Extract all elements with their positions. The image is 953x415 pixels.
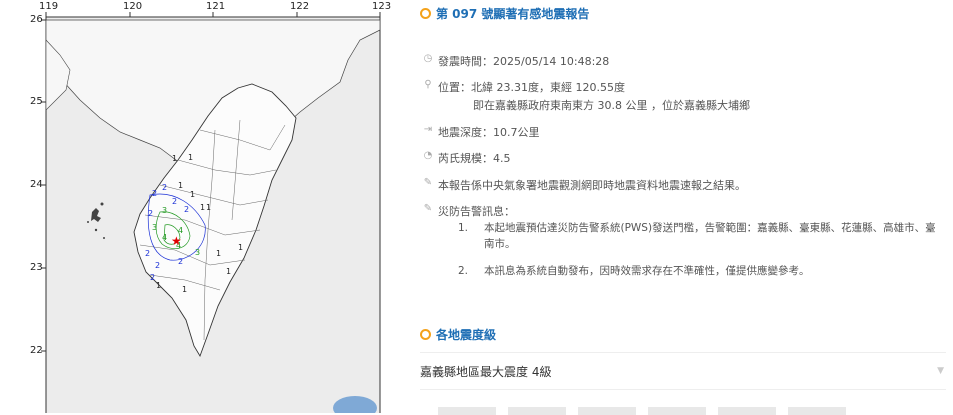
station-mark: 1 xyxy=(178,181,183,190)
station-mark: 2 xyxy=(162,183,167,192)
station-mark: 2 xyxy=(150,273,155,282)
lat-label: 26 xyxy=(30,14,43,25)
lat-label: 23 xyxy=(30,262,43,273)
location-coords: 位置：北緯 23.31度，東經 120.55度 xyxy=(438,81,625,94)
station-mark: 1 xyxy=(188,153,193,162)
lat-label: 24 xyxy=(30,179,43,190)
station-mark: 2 xyxy=(178,257,183,266)
gauge-icon: ◔ xyxy=(423,150,433,161)
station-mark: 3 xyxy=(195,248,200,257)
alert-item: 2. 本訊息為系統自動發布，因時效需求存在不準確性，僅提供應變參考。 xyxy=(458,263,946,279)
region-intensity-row[interactable]: 嘉義縣地區最大震度 4級 ▼ xyxy=(420,352,946,390)
station-mark: 1 xyxy=(182,285,187,294)
origin-time: 發震時間：2025/05/14 10:48:28 xyxy=(438,55,610,68)
alert-label: 災防告警訊息： xyxy=(438,205,515,218)
source-note: 本報告係中央氣象署地震觀測網即時地震資料地震速報之結果。 xyxy=(438,179,746,192)
station-mark: 2 xyxy=(172,197,177,206)
region-tab[interactable] xyxy=(438,407,496,415)
lon-label: 121 xyxy=(206,1,226,12)
station-mark: 2 xyxy=(152,189,157,198)
lon-label: 123 xyxy=(372,1,392,12)
alert-item: 1. 本起地震預估達災防告警系統(PWS)發送門檻，告警範圍：嘉義縣、臺東縣、花… xyxy=(458,220,946,252)
region-tab[interactable] xyxy=(788,407,846,415)
station-mark: 1 xyxy=(216,249,221,258)
alert-number: 2. xyxy=(458,265,469,277)
station-mark: 3 xyxy=(152,223,157,232)
magnitude: 芮氏規模：4.5 xyxy=(438,152,511,165)
lat-label: 22 xyxy=(30,345,43,356)
alert-text: 本訊息為系統自動發布，因時效需求存在不準確性，僅提供應變參考。 xyxy=(484,265,810,277)
lon-label: 120 xyxy=(123,1,143,12)
station-mark: 1 xyxy=(206,203,211,212)
depth-arrow-icon: ⇥ xyxy=(423,124,433,135)
report-panel: 第 097 號顯著有感地震報告 ◷ 發震時間：2025/05/14 10:48:… xyxy=(420,0,953,415)
location-detail: 即在嘉義縣政府東南東方 30.8 公里 ，位於嘉義縣大埔鄉 xyxy=(473,99,750,112)
alert-text: 本起地震預估達災防告警系統(PWS)發送門檻，告警範圍：嘉義縣、臺東縣、花蓮縣、… xyxy=(484,222,936,250)
map-graphic: 1 1 1 1 1 2 2 2 2 2 3 3 3 4 4 4 2 2 2 2 … xyxy=(41,12,381,413)
intensity-section-title: 各地震度級 xyxy=(420,326,496,343)
station-mark: 1 xyxy=(156,281,161,290)
station-mark: 1 xyxy=(238,243,243,252)
pencil-icon: ✎ xyxy=(423,177,433,188)
region-tabs xyxy=(438,407,846,415)
location-pin-icon: ⚲ xyxy=(424,79,432,90)
station-mark: 2 xyxy=(155,261,160,270)
clock-icon: ◷ xyxy=(423,53,433,64)
station-mark: 4 xyxy=(162,233,167,242)
station-mark: 1 xyxy=(190,190,195,199)
region-tab[interactable] xyxy=(508,407,566,415)
station-mark: 1 xyxy=(172,154,177,163)
chevron-down-icon[interactable]: ▼ xyxy=(937,366,944,376)
seismic-intensity-map: 1 1 1 1 1 2 2 2 2 2 3 3 3 4 4 4 2 2 2 2 … xyxy=(0,0,400,413)
pencil-icon: ✎ xyxy=(423,203,433,214)
magnitude-row: ◔ 芮氏規模：4.5 xyxy=(420,150,511,166)
circle-marker-icon xyxy=(420,8,431,19)
station-mark: 1 xyxy=(200,203,205,212)
station-mark: 2 xyxy=(148,209,153,218)
depth: 地震深度：10.7公里 xyxy=(438,126,540,139)
origin-time-row: ◷ 發震時間：2025/05/14 10:48:28 xyxy=(420,53,610,69)
source-row: ✎ 本報告係中央氣象署地震觀測網即時地震資料地震速報之結果。 xyxy=(420,177,746,193)
region-intensity-text: 嘉義縣地區最大震度 4級 xyxy=(420,364,552,379)
circle-marker-icon xyxy=(420,329,431,340)
alert-row: ✎ 災防告警訊息： xyxy=(420,203,515,219)
location-row: ⚲ 位置：北緯 23.31度，東經 120.55度 xyxy=(420,79,625,95)
lon-label: 122 xyxy=(290,1,310,12)
intensity-section-text: 各地震度級 xyxy=(436,328,497,342)
lat-label: 25 xyxy=(30,96,43,107)
report-title-text: 第 097 號顯著有感地震報告 xyxy=(436,7,590,21)
station-mark: 2 xyxy=(145,249,150,258)
depth-row: ⇥ 地震深度：10.7公里 xyxy=(420,124,540,140)
station-mark: 3 xyxy=(162,206,167,215)
lon-label: 119 xyxy=(39,1,59,12)
station-mark: 2 xyxy=(184,205,189,214)
report-title: 第 097 號顯著有感地震報告 xyxy=(420,5,589,22)
region-tab[interactable] xyxy=(578,407,636,415)
region-tab[interactable] xyxy=(648,407,706,415)
epicenter-star-icon: ★ xyxy=(171,234,182,248)
alert-number: 1. xyxy=(458,222,469,234)
region-tab[interactable] xyxy=(718,407,776,415)
station-mark: 1 xyxy=(226,267,231,276)
